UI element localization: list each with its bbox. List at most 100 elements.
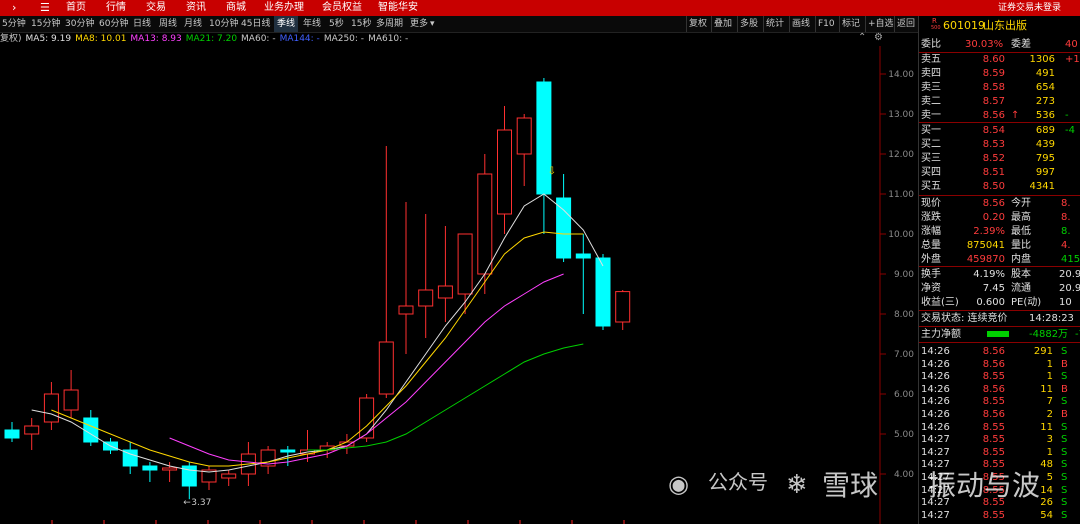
period-week[interactable]: 周线 — [159, 16, 177, 32]
nav-market[interactable]: 行情 — [106, 0, 126, 16]
candle-body — [575, 253, 591, 259]
buys-row[interactable]: 买四 8.51 997 — [919, 166, 1080, 179]
candle[interactable] — [122, 442, 138, 474]
fund-row: 净资 7.45 流通 20.9 — [919, 282, 1080, 295]
nav-business[interactable]: 业务办理 — [264, 0, 304, 16]
fund-value: 10 — [1059, 297, 1072, 308]
period-15min[interactable]: 15分钟 — [31, 16, 60, 32]
nav-home[interactable]: 首页 — [66, 0, 86, 16]
trade-status: 交易状态: 连续竞价 — [921, 313, 1008, 324]
period-multi[interactable]: 多周期 — [376, 16, 403, 32]
candle[interactable] — [536, 78, 552, 234]
login-status[interactable]: 证券交易未登录 — [998, 0, 1061, 16]
candle[interactable] — [437, 226, 453, 322]
quote-row: 涨跌 0.20 最高 8. — [919, 211, 1080, 224]
candle[interactable] — [201, 466, 217, 490]
sells-price: 8.59 — [982, 68, 1005, 79]
period-45day[interactable]: 45日线 — [241, 16, 270, 32]
period-5sec[interactable]: 5秒 — [329, 16, 344, 32]
nav-news[interactable]: 资讯 — [186, 0, 206, 16]
buys-row[interactable]: 买一 8.54 689 -4 — [919, 124, 1080, 137]
quote-panel: R 500 601019 山东出版 委比 30.03% 委差 40 卖五 8.60… — [918, 16, 1080, 524]
candle[interactable] — [497, 106, 512, 234]
tool-f10[interactable]: F10 — [815, 16, 837, 32]
candle-body — [221, 473, 237, 479]
tick-side: B — [1061, 409, 1068, 420]
period-10min[interactable]: 10分钟 — [209, 16, 238, 32]
candle-body — [477, 173, 493, 275]
tool-stats[interactable]: 统计 — [763, 16, 786, 32]
candle[interactable] — [575, 234, 591, 314]
nav-mall[interactable]: 商城 — [226, 0, 246, 16]
sells-row[interactable]: 卖二 8.57 273 — [919, 95, 1080, 108]
candle[interactable] — [418, 214, 434, 338]
sells-row[interactable]: 卖四 8.59 491 — [919, 67, 1080, 80]
candle[interactable] — [43, 382, 59, 430]
back-arrow-icon[interactable]: › — [12, 0, 16, 16]
candle[interactable] — [181, 462, 197, 500]
tool-add-watchlist[interactable]: +自选 — [865, 16, 896, 32]
settings-icon[interactable]: ⚙ — [874, 32, 883, 43]
nav-member[interactable]: 会员权益 — [322, 0, 362, 16]
buys-row[interactable]: 买三 8.52 795 — [919, 152, 1080, 165]
tool-overlay[interactable]: 叠加 — [711, 16, 734, 32]
buys-volume: 439 — [1035, 139, 1055, 150]
fund-label: 流通 — [1011, 283, 1031, 294]
period-30min[interactable]: 30分钟 — [65, 16, 94, 32]
fund-value: 0.600 — [976, 297, 1005, 308]
candle[interactable] — [4, 422, 20, 442]
candle-body — [378, 341, 394, 395]
nav-smart[interactable]: 智能华安 — [378, 0, 418, 16]
candle[interactable] — [556, 174, 572, 262]
candle[interactable] — [615, 290, 631, 330]
candle[interactable] — [142, 462, 158, 482]
tick-side: S — [1061, 484, 1068, 496]
period-day[interactable]: 日线 — [133, 16, 151, 32]
buys-row[interactable]: 买二 8.53 439 — [919, 138, 1080, 151]
tool-fuquan[interactable]: 复权 — [686, 16, 709, 32]
candle[interactable] — [398, 202, 414, 354]
more-dropdown-icon[interactable]: ▾ — [430, 16, 435, 32]
ma-line-ma8 — [51, 231, 584, 467]
period-more[interactable]: 更多 — [410, 16, 428, 32]
fund-label: 换手 — [921, 269, 941, 280]
period-quarter[interactable]: 季线 — [274, 16, 299, 32]
period-year[interactable]: 年线 — [303, 16, 321, 32]
menu-icon[interactable]: ☰ — [40, 0, 50, 16]
kline-chart[interactable]: 14.00 13.00 12.00 11.00 10.00 9.00 8.00 7.00 6.0… — [0, 46, 918, 524]
nav-trade[interactable]: 交易 — [146, 0, 166, 16]
tick-side: S — [1061, 497, 1068, 509]
ma-legend-item: MA610: - — [368, 34, 409, 44]
candle[interactable] — [378, 146, 394, 398]
candle[interactable] — [359, 394, 375, 442]
sells-row[interactable]: 卖五 8.60 1306 +13 — [919, 53, 1080, 66]
period-5min[interactable]: 5分钟 — [2, 16, 26, 32]
tick-side: S — [1061, 396, 1068, 408]
y-tick-label: 6.00 — [894, 390, 914, 400]
buys-label: 买三 — [921, 153, 941, 164]
period-60min[interactable]: 60分钟 — [99, 16, 128, 32]
trade-time: 14:28:23 — [1029, 313, 1074, 324]
buys-row[interactable]: 买五 8.50 4341 — [919, 180, 1080, 193]
candle[interactable] — [221, 470, 237, 486]
candle[interactable] — [516, 114, 532, 186]
rong-badge: R — [932, 17, 937, 25]
sells-row[interactable]: 卖一 8.56 ↑ 536- — [919, 109, 1080, 122]
tool-multi-stock[interactable]: 多股 — [737, 16, 760, 32]
buys-label: 买四 — [921, 167, 941, 178]
tick-side: S — [1061, 346, 1068, 357]
period-month[interactable]: 月线 — [184, 16, 202, 32]
watermark-text-2: 雪球 — [822, 469, 879, 502]
tick-volume: 11 — [1040, 421, 1053, 433]
tick-time: 14:26 — [921, 383, 950, 395]
tool-mark[interactable]: 标记 — [839, 16, 862, 32]
candle[interactable] — [63, 370, 79, 418]
tool-draw[interactable]: 画线 — [789, 16, 812, 32]
sells-row[interactable]: 卖三 8.58 654 — [919, 81, 1080, 94]
candle-body — [280, 449, 296, 453]
sells-label: 卖五 — [921, 54, 941, 65]
tool-back[interactable]: 返回 — [894, 16, 917, 32]
candle[interactable] — [24, 418, 40, 450]
collapse-icon[interactable]: ⌃ — [858, 32, 866, 43]
period-15sec[interactable]: 15秒 — [351, 16, 371, 32]
